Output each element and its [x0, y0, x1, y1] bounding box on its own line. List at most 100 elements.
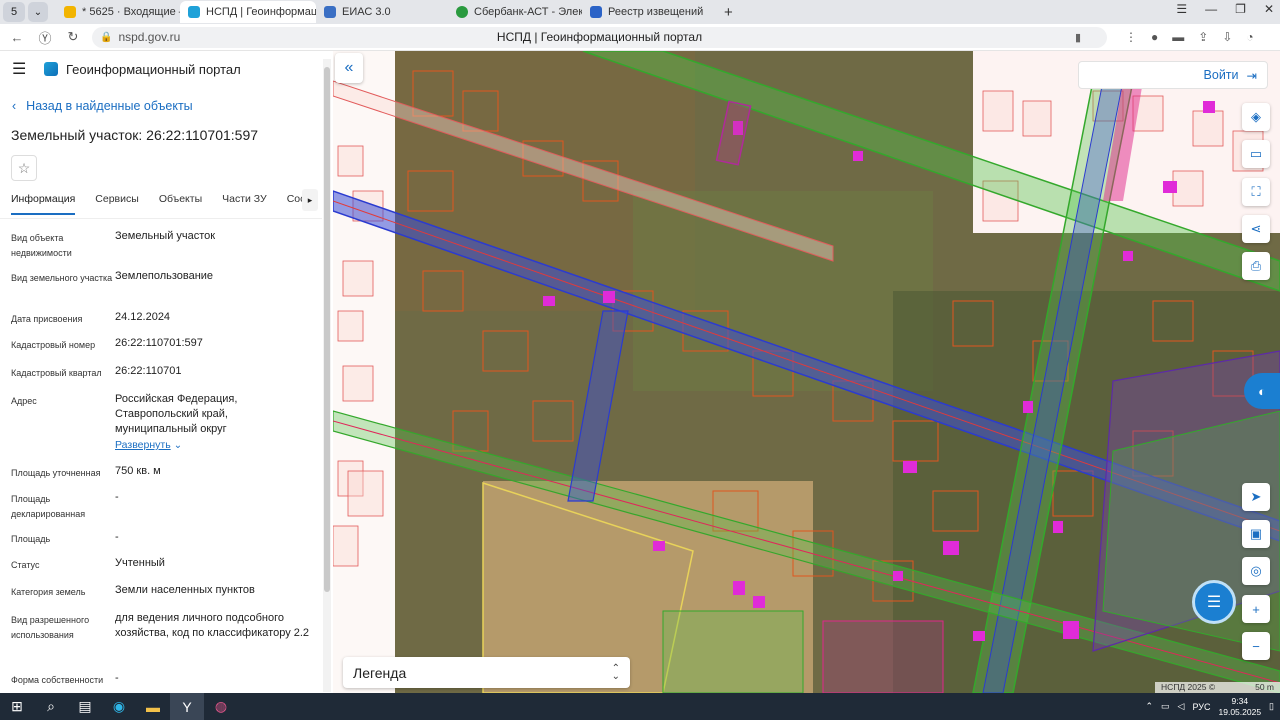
prop-value: Землепользование	[115, 270, 214, 282]
browser-tab-registry[interactable]: Реестр извещений	[582, 1, 716, 23]
prop-row: Кадастровый квартал 26:22:110701	[11, 364, 333, 392]
prop-label: Кадастровый номер	[11, 340, 96, 350]
eias-icon	[324, 6, 336, 18]
tabs-dropdown-icon[interactable]: ⌄	[28, 2, 48, 22]
task-view-icon[interactable]: ▤	[68, 693, 102, 720]
panel-header: ☰ Геоинформационный портал	[0, 51, 333, 87]
downloads-icon[interactable]: ⇩	[1222, 30, 1232, 44]
notifications-icon[interactable]: ▯	[1269, 701, 1274, 712]
window-controls: ☰ — ❐ ✕	[1176, 2, 1274, 16]
measure-button[interactable]: ▭	[1242, 140, 1270, 168]
network-icon[interactable]: ▭	[1161, 701, 1170, 712]
expand-address-link[interactable]: Развернуть	[115, 439, 171, 451]
prop-label: Вид объекта недвижимости	[11, 233, 72, 258]
collapse-panel-button[interactable]: «	[335, 53, 363, 83]
collections-icon[interactable]: ▬	[1172, 30, 1184, 44]
prop-row: Категория земель Земли населенных пункто…	[11, 583, 333, 611]
share-icon[interactable]: ⇪	[1198, 30, 1208, 44]
volume-icon[interactable]: ◁	[1178, 701, 1185, 712]
profile-icon[interactable]: ◔	[1246, 30, 1253, 44]
prop-row: Статус Учтенный	[11, 556, 333, 583]
file-explorer-icon[interactable]: ▬	[136, 693, 170, 720]
reload-icon[interactable]: ↻	[62, 29, 84, 45]
menu-icon[interactable]: ☰	[1176, 2, 1187, 16]
minimize-icon[interactable]: —	[1205, 2, 1217, 16]
browser-tab-eias[interactable]: ЕИАС 3.0	[316, 1, 448, 23]
layers-icon: ◈	[1251, 109, 1261, 124]
browser-tab-bar: 5 ⌄ * 5625 · Входящие — Янд НСПД | Геоин…	[0, 0, 1280, 24]
browser-tab-mail[interactable]: * 5625 · Входящие — Янд	[56, 1, 180, 23]
tab-label: Сбербанк-АСТ - Электро	[474, 6, 582, 18]
system-tray: ⌃ ▭ ◁ РУС 9:34 19.05.2025 ▯	[1145, 693, 1274, 720]
prop-row: Вид земельного участка Землепользование	[11, 269, 333, 310]
prop-row-address: Адрес Российская Федерация, Ставропольск…	[11, 392, 333, 464]
prop-row: Площадь -	[11, 530, 333, 556]
language-indicator[interactable]: РУС	[1192, 702, 1210, 712]
prop-label: Кадастровый квартал	[11, 368, 102, 378]
chat-button[interactable]: ☰	[1192, 580, 1236, 624]
prop-row: Форма собственности -	[11, 671, 333, 691]
legend-toggle[interactable]: Легенда ⌃ ⌄	[343, 657, 630, 688]
address-value: Российская Федерация, Ставропольский кра…	[115, 393, 238, 435]
prop-row: Вид разрешенного использования для веден…	[11, 611, 333, 671]
browser-tab-sberbank[interactable]: Сбербанк-АСТ - Электро	[448, 1, 582, 23]
yandex-icon[interactable]: Ⓨ	[34, 28, 56, 47]
mail-icon	[64, 6, 76, 18]
prop-label: Адрес	[11, 396, 37, 406]
nspd-icon	[188, 6, 200, 18]
favorite-button[interactable]: ☆	[11, 155, 37, 181]
ruler-icon: ▭	[1249, 146, 1263, 161]
assistant-button[interactable]: ◐	[1244, 373, 1280, 409]
clock[interactable]: 9:34 19.05.2025	[1219, 696, 1262, 718]
app-icon[interactable]: ◍	[204, 693, 238, 720]
close-window-icon[interactable]: ✕	[1264, 2, 1274, 16]
prop-label: Вид разрешенного использования	[11, 615, 90, 640]
navigation-arrow-icon: ➤	[1250, 489, 1262, 504]
tab-services[interactable]: Сервисы	[95, 193, 139, 213]
my-location-button[interactable]: ➤	[1242, 483, 1270, 511]
browser-tab-nspd[interactable]: НСПД | Геоинформаци ✕	[180, 1, 316, 23]
yandex-browser-icon[interactable]: Y	[170, 693, 204, 720]
prop-value: для ведения личного подсобного хозяйства…	[115, 612, 310, 639]
more-icon[interactable]: ⋮	[1125, 30, 1137, 44]
prop-label: Площадь декларированная	[11, 494, 86, 519]
geo-search-button[interactable]: ◎	[1242, 557, 1270, 585]
windows-start-icon[interactable]: ⊞	[0, 693, 34, 720]
windows-taskbar: ⊞ ⌕ ▤ ◉ ▬ Y ◍ ⌃ ▭ ◁ РУС 9:34 19.05.2025 …	[0, 693, 1280, 720]
edge-browser-icon[interactable]: ◉	[102, 693, 136, 720]
plus-icon: +	[1252, 601, 1260, 617]
tabs-scroll-right-icon[interactable]: ▸	[302, 189, 318, 211]
tray-arrow-icon[interactable]: ⌃	[1145, 701, 1153, 712]
tab-information[interactable]: Информация	[11, 193, 76, 215]
tab-land-parts[interactable]: Части ЗУ	[222, 193, 267, 213]
print-button[interactable]: ⎙	[1242, 252, 1270, 280]
maximize-icon[interactable]: ❐	[1235, 2, 1246, 16]
login-button[interactable]: Войти ⇥	[1078, 61, 1268, 89]
url-field[interactable]: 🔒 nspd.gov.ru НСПД | Геоинформационный п…	[92, 26, 1107, 48]
clock-time: 9:34	[1231, 695, 1249, 706]
back-arrow-icon[interactable]: ←	[6, 30, 28, 45]
tab-objects[interactable]: Объекты	[159, 193, 202, 213]
map-view[interactable]: « Войти ⇥ ◈ ▭ ⛶ ⋖ ⎙ ◐ ➤ ▣ ◎ ☰ + − Легенд…	[333, 51, 1280, 693]
bookmark-icon[interactable]: ▮	[1075, 31, 1081, 44]
portal-name: Геоинформационный портал	[66, 61, 241, 77]
extension-icon[interactable]: ●	[1151, 30, 1158, 44]
clock-date: 19.05.2025	[1218, 706, 1262, 717]
hamburger-menu-icon[interactable]: ☰	[12, 59, 32, 79]
zoom-out-button[interactable]: −	[1242, 632, 1270, 660]
scrollbar-thumb[interactable]	[324, 67, 330, 592]
select-area-button[interactable]: ⛶	[1242, 178, 1270, 206]
minimap-button[interactable]: ▣	[1242, 520, 1270, 548]
new-tab-button[interactable]: +	[716, 4, 741, 21]
zoom-in-button[interactable]: +	[1242, 595, 1270, 623]
map-canvas	[333, 51, 1280, 693]
minus-icon: −	[1252, 638, 1260, 654]
search-icon[interactable]: ⌕	[34, 693, 68, 720]
back-to-results-link[interactable]: ‹ Назад в найденные объекты	[12, 99, 333, 113]
tab-counter[interactable]: 5	[3, 2, 25, 22]
select-area-icon: ⛶	[1251, 184, 1261, 199]
share-map-button[interactable]: ⋖	[1242, 215, 1270, 243]
expand-collapse-icon: ⌃ ⌄	[611, 662, 620, 682]
panel-scrollbar[interactable]	[323, 59, 331, 692]
layers-button[interactable]: ◈	[1242, 103, 1270, 131]
